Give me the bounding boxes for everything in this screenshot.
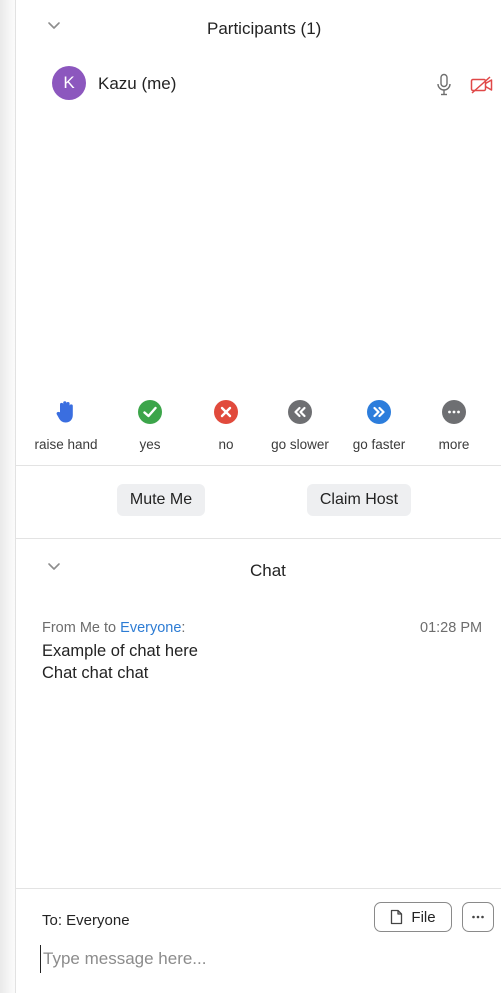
ellipsis-icon: [472, 915, 484, 919]
reaction-go-slower[interactable]: go slower: [260, 400, 340, 460]
file-icon: [391, 909, 403, 925]
check-icon: [138, 400, 162, 424]
participant-name: Kazu (me): [98, 74, 177, 93]
microphone-icon[interactable]: [436, 73, 452, 97]
nonverbal-feedback-bar: raise hand yes no go slower go faster mo…: [16, 400, 501, 460]
meeting-side-panel: Participants (1) K Kazu (me) raise hand: [16, 0, 501, 993]
reaction-label: more: [438, 437, 470, 452]
chat-message-input[interactable]: [40, 945, 483, 973]
chat-sender: From Me to: [42, 620, 121, 636]
chat-colon: :: [181, 620, 186, 636]
chat-recipient-link[interactable]: Everyone: [120, 620, 181, 636]
collapse-chat-chevron-icon[interactable]: [47, 562, 61, 572]
collapse-participants-chevron-icon[interactable]: [47, 21, 61, 31]
raise-hand-icon: [54, 400, 78, 424]
reaction-more[interactable]: more: [422, 400, 486, 460]
reaction-raise-hand[interactable]: raise hand: [26, 400, 106, 460]
x-icon: [214, 400, 238, 424]
avatar: K: [52, 66, 86, 100]
reaction-label: no: [218, 437, 234, 452]
reaction-label: raise hand: [34, 437, 98, 452]
file-button[interactable]: File: [374, 902, 452, 932]
divider: [16, 538, 501, 539]
divider: [16, 888, 501, 889]
chat-message-header: From Me to Everyone:: [42, 620, 185, 636]
mute-me-button[interactable]: Mute Me: [117, 484, 205, 516]
claim-host-button[interactable]: Claim Host: [307, 484, 411, 516]
participants-title: Participants (1): [207, 19, 322, 38]
chat-message-line: Example of chat here: [42, 642, 198, 660]
fast-forward-icon: [367, 400, 391, 424]
rewind-icon: [288, 400, 312, 424]
ellipsis-icon: [442, 400, 466, 424]
reaction-label: yes: [139, 437, 161, 452]
window-edge-shadow: [0, 0, 16, 993]
reaction-label: go faster: [352, 437, 406, 452]
avatar-initial: K: [63, 73, 75, 92]
reaction-no[interactable]: no: [194, 400, 258, 460]
video-off-icon[interactable]: [470, 76, 494, 94]
chat-recipient-selector[interactable]: To: Everyone: [42, 912, 130, 929]
chat-more-button[interactable]: [462, 902, 494, 932]
reaction-label: go slower: [271, 437, 329, 452]
divider: [16, 465, 501, 466]
file-button-label: File: [411, 908, 436, 926]
participant-row[interactable]: K Kazu (me): [16, 56, 501, 106]
reaction-go-faster[interactable]: go faster: [339, 400, 419, 460]
chat-title: Chat: [250, 561, 286, 580]
chat-message-line: Chat chat chat: [42, 664, 149, 682]
chat-timestamp: 01:28 PM: [420, 620, 483, 636]
reaction-yes[interactable]: yes: [118, 400, 182, 460]
